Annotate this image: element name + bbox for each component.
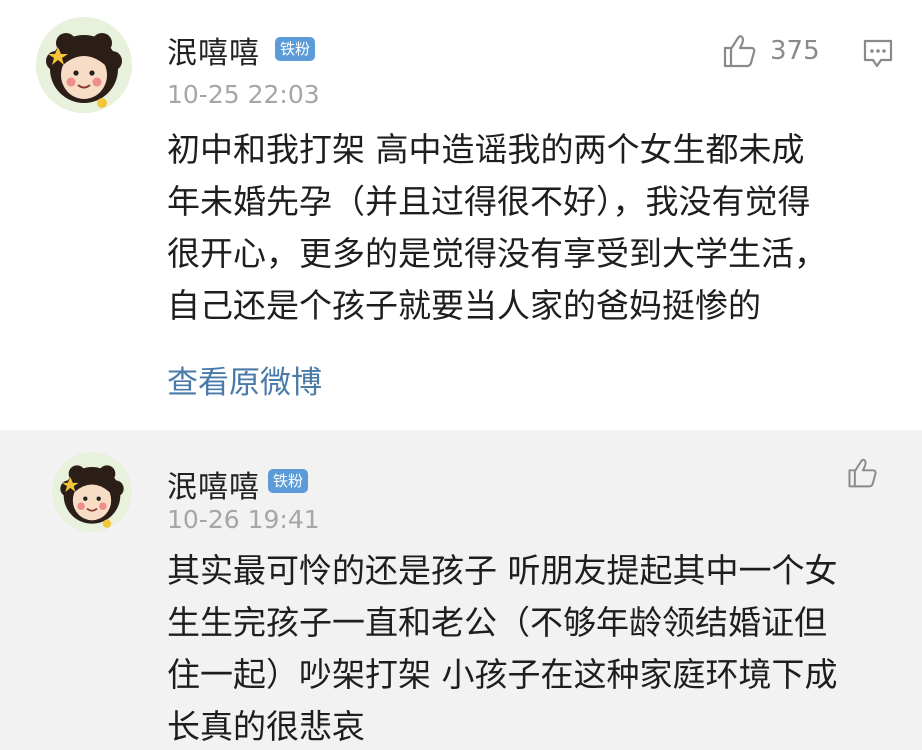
avatar-icon — [36, 17, 132, 113]
comment-icon — [863, 39, 893, 68]
avatar[interactable] — [36, 17, 132, 113]
fan-badge: 铁粉 — [275, 37, 316, 61]
timestamp: 10-26 19:41 — [167, 505, 320, 534]
timestamp: 10-25 22:03 — [167, 80, 320, 109]
thumbs-up-icon — [848, 458, 877, 488]
like-button[interactable]: 375 — [720, 32, 820, 70]
thumbs-up-icon — [723, 35, 756, 68]
comment-line: 初中和我打架 高中造谣我的两个女生都未成 — [167, 130, 805, 169]
comment-body: 初中和我打架 高中造谣我的两个女生都未成 年未婚先孕（并且过得很不好），我没有觉… — [167, 124, 907, 332]
like-count: 375 — [770, 36, 820, 66]
avatar-icon — [52, 452, 132, 532]
comment-line: 生生完孩子一直和老公（不够年龄领结婚证但 — [167, 603, 827, 642]
view-original-weibo-link[interactable]: 查看原微博 — [167, 357, 322, 402]
comment-main: 泯嘻嘻 铁粉 10-25 22:03 375 初中和我打架 高中造谣我的两个女生… — [0, 0, 922, 430]
reply-button[interactable] — [862, 38, 894, 74]
comment-line: 自己还是个孩子就要当人家的爸妈挺惨的 — [167, 286, 761, 325]
avatar[interactable] — [52, 452, 132, 532]
username[interactable]: 泯嘻嘻 — [167, 462, 260, 506]
comment-line: 年未婚先孕（并且过得很不好），我没有觉得 — [167, 182, 811, 221]
username[interactable]: 泯嘻嘻 — [167, 28, 260, 72]
like-button[interactable] — [845, 456, 879, 490]
fan-badge: 铁粉 — [268, 469, 309, 493]
comment-body: 其实最可怜的还是孩子 听朋友提起其中一个女 生生完孩子一直和老公（不够年龄领结婚… — [167, 545, 907, 750]
comment-line: 住一起）吵架打架 小孩子在这种家庭环境下成 — [167, 655, 838, 694]
comment-line: 长真的很悲哀 — [167, 707, 365, 746]
comment-line: 很开心，更多的是觉得没有享受到大学生活， — [167, 234, 827, 273]
comment-line: 其实最可怜的还是孩子 听朋友提起其中一个女 — [167, 551, 838, 590]
